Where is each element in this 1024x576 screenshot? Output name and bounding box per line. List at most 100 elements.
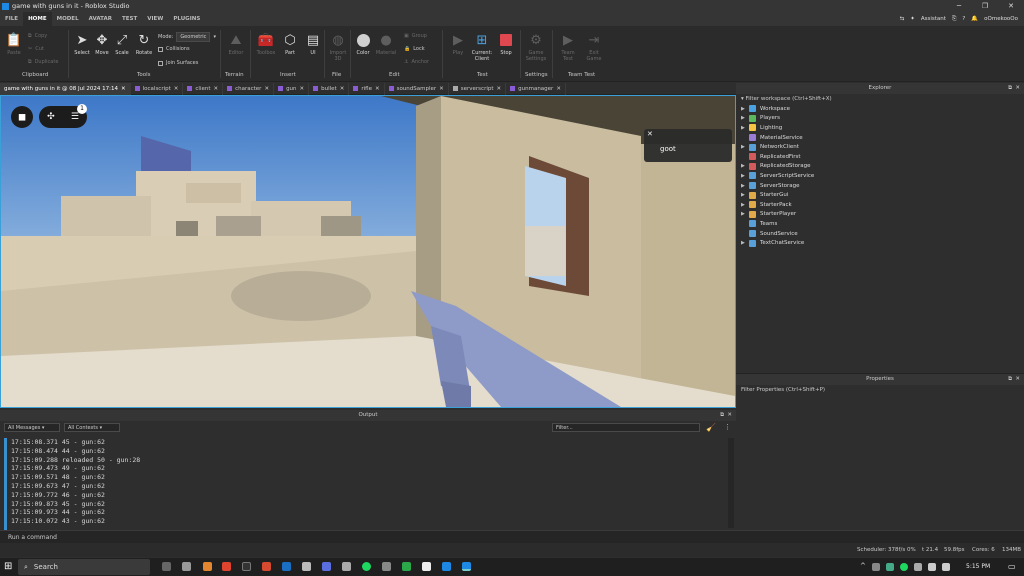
menu-file[interactable]: FILE xyxy=(0,12,23,26)
tray-app-icon[interactable] xyxy=(914,563,922,571)
expand-arrow-icon[interactable]: ▶ xyxy=(741,163,749,169)
close-icon[interactable]: ✕ xyxy=(556,83,561,95)
taskbar-app-icon[interactable] xyxy=(282,562,291,571)
more-options-icon[interactable]: ⋮ xyxy=(724,423,731,431)
duplicate-button[interactable]: ⧉ Duplicate xyxy=(28,59,58,65)
menu-avatar[interactable]: AVATAR xyxy=(84,12,117,26)
close-icon[interactable]: ✕ xyxy=(1015,374,1020,385)
spotify-icon[interactable] xyxy=(362,562,371,571)
expand-arrow-icon[interactable]: ▶ xyxy=(741,202,749,208)
output-scrollbar[interactable] xyxy=(728,438,734,528)
team-test-button[interactable]: ▶ Team Test xyxy=(556,32,580,63)
expand-arrow-icon[interactable]: ▶ xyxy=(741,144,749,150)
taskbar-app-icon[interactable] xyxy=(442,562,451,571)
help-icon[interactable]: ? xyxy=(962,16,965,22)
exit-game-button[interactable]: ⇥ Exit Game xyxy=(582,32,606,63)
menu-model[interactable]: MODEL xyxy=(52,12,84,26)
wifi-icon[interactable] xyxy=(928,563,936,571)
clock[interactable]: 5:15 PM xyxy=(966,563,990,570)
taskbar-app-icon[interactable] xyxy=(342,562,351,571)
expand-arrow-icon[interactable]: ▶ xyxy=(741,183,749,189)
taskbar-app-icon[interactable] xyxy=(262,562,271,571)
tab-client[interactable]: client ✕ xyxy=(183,82,224,95)
username[interactable]: oOmekooOo xyxy=(984,16,1018,22)
stop-button[interactable]: Stop xyxy=(494,32,518,56)
tab-bullet[interactable]: bullet ✕ xyxy=(309,82,350,95)
notifications-icon[interactable]: 🔔 xyxy=(971,16,978,22)
windows-start-icon[interactable]: ⊞ xyxy=(4,561,12,572)
close-icon[interactable]: ✕ xyxy=(375,83,380,95)
explorer-item-workspace[interactable]: ▶ Workspace xyxy=(736,104,1024,114)
game-settings-button[interactable]: ⚙ Game Settings xyxy=(524,32,548,63)
close-icon[interactable]: ✕ xyxy=(174,83,179,95)
explorer-item-startergui[interactable]: ▶ StarterGui xyxy=(736,190,1024,200)
assistant-button[interactable]: Assistant xyxy=(921,16,946,22)
explorer-item-teams[interactable]: Teams xyxy=(736,219,1024,229)
cut-button[interactable]: ✂ Cut xyxy=(28,46,44,52)
explorer-item-replicatedstorage[interactable]: ▶ ReplicatedStorage xyxy=(736,162,1024,172)
mode-dropdown[interactable]: Geometric xyxy=(176,32,211,42)
notification-center-icon[interactable]: ▭ xyxy=(1008,562,1016,571)
menu-view[interactable]: VIEW xyxy=(142,12,168,26)
tray-app-icon[interactable] xyxy=(886,563,894,571)
toolbox-button[interactable]: 🧰 Toolbox xyxy=(254,32,278,57)
undock-icon[interactable]: ⧉ xyxy=(720,410,724,421)
tab-rifle[interactable]: rifle ✕ xyxy=(349,82,385,95)
expand-arrow-icon[interactable]: ▶ xyxy=(741,192,749,198)
close-icon[interactable]: ✕ xyxy=(439,83,444,95)
rotate-tool-button[interactable]: ↻ Rotate xyxy=(132,32,156,57)
output-filter-input[interactable]: Filter... xyxy=(552,422,700,432)
taskbar-app-icon[interactable] xyxy=(382,562,391,571)
contexts-filter-dropdown[interactable]: All Contexts ▾ xyxy=(64,422,120,432)
tab-serverscript[interactable]: serverscript ✕ xyxy=(449,82,507,95)
close-icon[interactable]: ✕ xyxy=(340,83,345,95)
close-icon[interactable]: ✕ xyxy=(300,83,305,95)
ui-button[interactable]: ▤ UI xyxy=(301,32,325,57)
taskbar-search[interactable]: ⌕ Search xyxy=(18,559,150,575)
maximize-icon[interactable]: ❐ xyxy=(972,0,998,12)
explorer-item-serverstorage[interactable]: ▶ ServerStorage xyxy=(736,181,1024,191)
part-button[interactable]: ⬡ Part xyxy=(278,32,302,57)
collisions-toggle[interactable]: Collisions xyxy=(158,46,190,52)
group-button[interactable]: ▣ Group xyxy=(404,33,427,39)
current-client-button[interactable]: ⊞ Current: Client xyxy=(468,32,496,63)
explorer-item-replicatedfirst[interactable]: ReplicatedFirst xyxy=(736,152,1024,162)
roblox-menu-icon[interactable]: ◼ xyxy=(11,106,33,128)
material-button[interactable]: ● Material xyxy=(374,32,398,57)
messages-filter-dropdown[interactable]: All Messages ▾ xyxy=(4,422,60,432)
undock-icon[interactable]: ⧉ xyxy=(1008,374,1012,385)
expand-arrow-icon[interactable]: ▶ xyxy=(741,240,749,246)
close-icon[interactable]: ✕ xyxy=(647,130,653,138)
explorer-item-lighting[interactable]: ▶ Lighting xyxy=(736,123,1024,133)
copy-button[interactable]: ⧉ Copy xyxy=(28,33,47,39)
close-icon[interactable]: ✕ xyxy=(998,0,1024,12)
taskbar-app-icon[interactable] xyxy=(402,562,411,571)
expand-arrow-icon[interactable]: ▶ xyxy=(741,115,749,121)
roblox-studio-taskbar-icon[interactable] xyxy=(462,562,471,571)
assistant-icon[interactable]: ✦ xyxy=(910,16,915,22)
game-viewport[interactable]: ◼ ✣ ☰ 1 xyxy=(0,95,736,408)
volume-icon[interactable] xyxy=(942,563,950,571)
tab-place[interactable]: game with guns in it @ 08 Jul 2024 17:14… xyxy=(0,82,131,95)
color-button[interactable]: Color xyxy=(351,32,375,56)
taskbar-app-icon[interactable] xyxy=(302,562,311,571)
minimize-icon[interactable]: ─ xyxy=(946,0,972,12)
close-icon[interactable]: ✕ xyxy=(121,83,126,95)
expand-arrow-icon[interactable]: ▶ xyxy=(741,125,749,131)
close-icon[interactable]: ✕ xyxy=(1015,83,1020,94)
menu-test[interactable]: TEST xyxy=(117,12,142,26)
expand-arrow-icon[interactable]: ▶ xyxy=(741,106,749,112)
command-bar-input[interactable]: Run a command xyxy=(0,530,1024,543)
tab-soundsampler[interactable]: soundSampler ✕ xyxy=(385,82,449,95)
join-surfaces-toggle[interactable]: Join Surfaces xyxy=(158,60,198,66)
explorer-item-starterpack[interactable]: ▶ StarterPack xyxy=(736,200,1024,210)
close-icon[interactable]: ✕ xyxy=(727,410,732,421)
explorer-item-textchatservice[interactable]: ▶ TextChatService xyxy=(736,238,1024,248)
menu-plugins[interactable]: PLUGINS xyxy=(168,12,205,26)
terrain-editor-button[interactable]: ⛰ Editor xyxy=(224,32,248,57)
tray-chevron-icon[interactable]: ^ xyxy=(860,562,866,570)
scale-tool-button[interactable]: ⤢ Scale xyxy=(110,32,134,57)
file-explorer-icon[interactable] xyxy=(203,562,212,571)
brave-browser-icon[interactable] xyxy=(222,562,231,571)
paste-button[interactable]: 📋 Paste xyxy=(2,32,26,57)
